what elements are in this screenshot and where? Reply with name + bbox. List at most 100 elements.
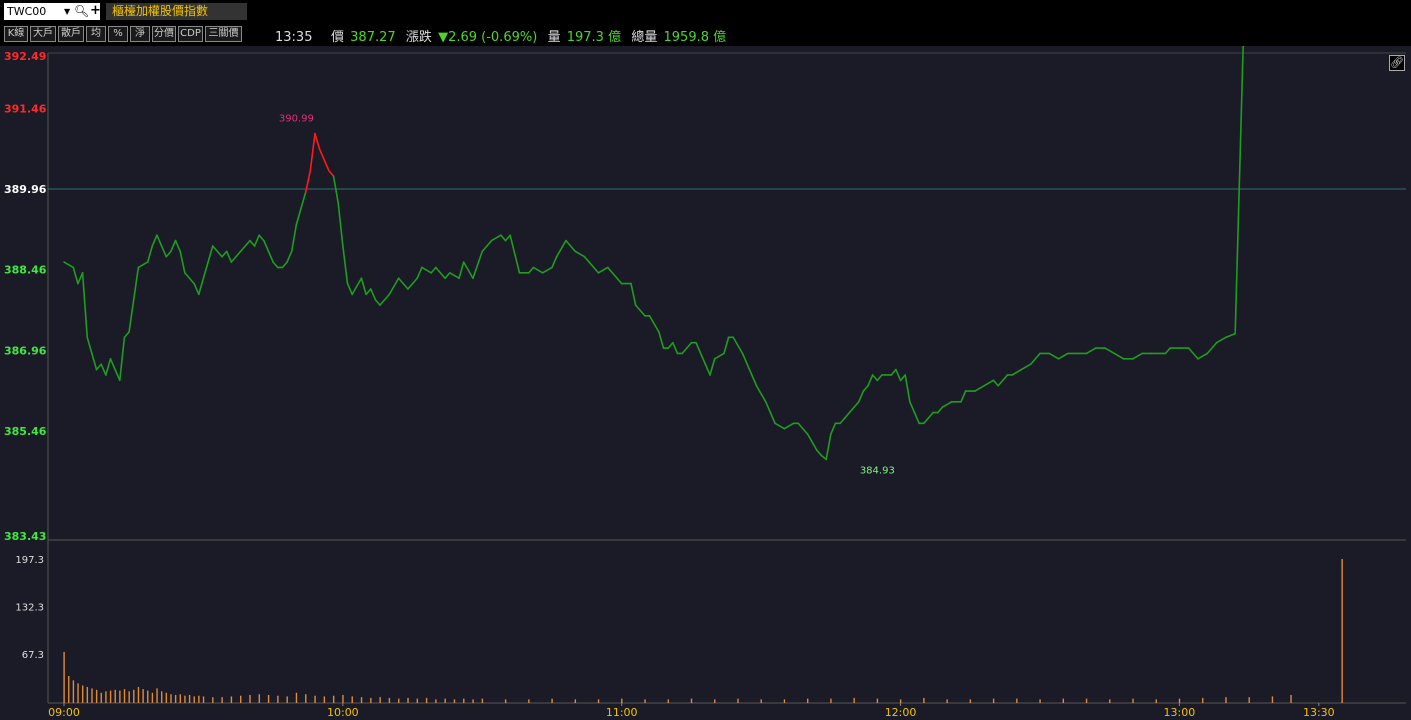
- price-segment: [462, 261, 474, 280]
- volume-bar: [830, 698, 832, 703]
- symbol-input[interactable]: TWC00 ▼ 🔍︎ +: [4, 2, 101, 20]
- volume-bar: [68, 675, 70, 703]
- search-icon[interactable]: 🔍︎: [74, 3, 89, 20]
- price-segment: [867, 374, 874, 387]
- price-segment: [481, 239, 493, 253]
- symbol-value: TWC00: [7, 5, 47, 18]
- k-line-button[interactable]: K線: [4, 26, 28, 42]
- volume-bar: [463, 698, 465, 703]
- price-segment: [430, 266, 437, 274]
- volume-bar: [156, 688, 158, 703]
- price-segment: [490, 234, 502, 242]
- link-icon[interactable]: 🔗︎: [1389, 55, 1405, 71]
- volume-bar: [714, 699, 716, 703]
- price-segment: [211, 245, 223, 258]
- dropdown-arrow-icon[interactable]: ▼: [64, 3, 70, 20]
- top-bar: TWC00 ▼ 🔍︎ + 櫃檯加權股價指數: [0, 0, 1411, 22]
- volume-bar: [1132, 698, 1134, 703]
- price-segment: [1057, 352, 1069, 360]
- volume-bar: [230, 696, 233, 703]
- price-segment: [118, 336, 126, 382]
- volume-bar: [379, 697, 381, 703]
- high-annotation: 390.99: [279, 114, 314, 125]
- cdp-button[interactable]: CDP: [178, 26, 203, 42]
- price-segment: [899, 374, 906, 382]
- price-segment: [295, 207, 302, 226]
- add-icon[interactable]: +: [90, 2, 101, 19]
- price-segment: [342, 245, 349, 285]
- price-segment: [639, 309, 646, 317]
- net-button[interactable]: 淨: [130, 26, 150, 42]
- volume-bar: [1155, 699, 1157, 703]
- volume-bar: [667, 699, 669, 703]
- price-segment: [1197, 352, 1209, 360]
- volume-tick-label: 67.3: [22, 650, 44, 661]
- retail-button[interactable]: 散戶: [58, 26, 84, 42]
- price-segment: [249, 239, 256, 247]
- volume-bar: [407, 697, 409, 703]
- volume-bar: [370, 697, 372, 703]
- price-segment: [500, 234, 507, 242]
- volume-bar: [114, 689, 116, 703]
- price-segment: [904, 374, 911, 403]
- price-segment: [337, 202, 344, 247]
- low-annotation: 384.93: [860, 465, 895, 476]
- volume-bar: [286, 696, 288, 703]
- price-segment: [63, 261, 75, 269]
- price-segment: [1234, 46, 1244, 335]
- volume-bar: [170, 694, 172, 703]
- volume-bar: [165, 692, 168, 703]
- big-holder-button[interactable]: 大戶: [30, 26, 56, 42]
- volume-bar: [621, 698, 623, 703]
- volume-bar: [398, 698, 400, 703]
- volume-bar: [1225, 697, 1227, 703]
- price-segment: [448, 272, 460, 280]
- price-segment: [1029, 352, 1041, 366]
- price-segment: [732, 336, 744, 355]
- volume-tick-label: 132.3: [15, 602, 44, 613]
- price-segment: [509, 234, 521, 274]
- price-segment: [416, 266, 423, 280]
- price-segment: [272, 261, 279, 269]
- volume-bar: [72, 680, 75, 703]
- price-segment: [77, 272, 84, 285]
- price-segment: [369, 288, 377, 301]
- price-segment: [328, 169, 335, 177]
- price-segment: [774, 422, 786, 430]
- volume-bar: [899, 699, 902, 703]
- volume-bar: [1016, 698, 1018, 703]
- volume-bar: [100, 692, 102, 703]
- volume-bar: [142, 689, 144, 703]
- volume-bar: [323, 696, 326, 703]
- quote-bar: 13:35 價 387.27 漲跌 ▼2.69 (-0.69%) 量 197.3…: [275, 26, 728, 45]
- price-segment: [300, 191, 307, 210]
- price-tick-label: 392.49: [4, 50, 46, 63]
- price-segment: [123, 331, 130, 339]
- price-segment: [351, 277, 363, 296]
- volume-bar: [416, 698, 419, 703]
- three-key-price-button[interactable]: 三關價: [205, 26, 242, 42]
- price-segment: [983, 379, 995, 387]
- price-distribution-button[interactable]: 分價: [152, 26, 176, 42]
- price-segment: [606, 266, 618, 280]
- price-segment: [388, 277, 400, 296]
- price-segment: [314, 132, 321, 151]
- volume-bar: [174, 694, 177, 703]
- price-segment: [170, 239, 177, 253]
- price-segment: [857, 390, 865, 403]
- price-segment: [239, 239, 251, 253]
- volume-tick-label: 197.3: [15, 555, 44, 566]
- volume-bar: [86, 686, 89, 703]
- percent-button[interactable]: %: [108, 26, 128, 42]
- volume-bar: [128, 691, 130, 703]
- price-segment: [895, 368, 902, 382]
- price-segment: [444, 272, 451, 280]
- price-tick-label: 389.96: [4, 183, 47, 196]
- volume-bar: [198, 695, 200, 703]
- price-segment: [630, 282, 637, 306]
- price-segment: [146, 245, 154, 263]
- price-segment: [527, 266, 535, 274]
- average-button[interactable]: 均: [86, 26, 106, 42]
- volume-bar: [807, 698, 809, 703]
- volume-bar: [946, 699, 948, 703]
